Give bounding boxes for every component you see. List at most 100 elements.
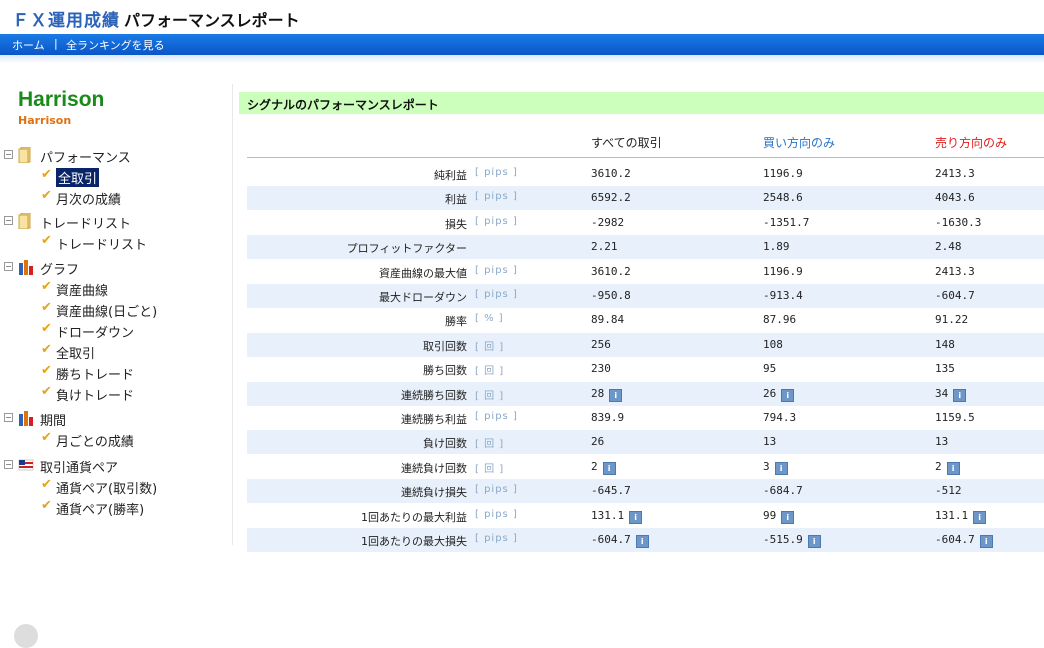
site-title[interactable]: ＦＸ運用成績 — [12, 6, 120, 31]
info-icon[interactable]: i — [946, 461, 960, 475]
sidebar-item-label: 月ごとの成績 — [56, 435, 134, 450]
row-unit: [ pips ] — [475, 215, 518, 227]
sidebar-item-label: 通貨ペア(勝率) — [56, 503, 145, 518]
cell-all: 28 i — [591, 387, 623, 402]
cell-value: 131.1 — [935, 508, 969, 522]
check-icon: ✔ — [41, 188, 52, 203]
row-unit: [ 回 ] — [475, 366, 505, 378]
table-row: 勝率 [ % ] 89.84 87.96 91.22 — [247, 308, 1044, 332]
row-label: 勝ち回数 — [423, 364, 467, 378]
info-icon[interactable]: i — [807, 535, 821, 548]
cell-value: -913.4 — [763, 289, 803, 302]
cell-buy: 99 i — [763, 509, 795, 524]
info-icon[interactable]: i — [973, 510, 987, 524]
cell-value: -950.8 — [591, 289, 631, 302]
flag-icon — [17, 457, 35, 473]
cell-buy: 794.3 — [763, 411, 796, 424]
cell-value: 2 — [935, 459, 942, 473]
cell-sell: 2413.3 — [935, 265, 975, 278]
cell-buy: 95 — [763, 362, 776, 375]
col-header-sell: 売り方向のみ — [935, 136, 1008, 150]
cell-sell: 2413.3 — [935, 167, 975, 180]
collapse-toggle-icon[interactable]: − — [4, 216, 13, 225]
sidebar-item-label: 資産曲線 — [56, 284, 109, 299]
collapse-toggle-icon[interactable]: − — [4, 413, 13, 422]
collapse-toggle-icon[interactable]: − — [4, 262, 13, 271]
info-icon[interactable]: i — [781, 510, 795, 524]
table-row: 勝ち回数 [ 回 ] 230 95 135 — [247, 357, 1044, 381]
main-panel: シグナルのパフォーマンスレポート すべての取引 買い方向のみ 売り方向のみ 純利… — [232, 84, 1044, 552]
table-row: 損失 [ pips ] -2982 -1351.7 -1630.3 — [247, 211, 1044, 235]
cell-value: -1630.3 — [935, 215, 982, 229]
cell-buy: 1196.9 — [763, 167, 803, 180]
row-label: 純利益 — [434, 169, 467, 182]
report-header: シグナルのパフォーマンスレポート — [239, 92, 1044, 114]
cell-value: 256 — [591, 337, 611, 351]
row-label: 勝率 — [445, 315, 467, 329]
table-row: 最大ドローダウン [ pips ] -950.8 -913.4 -604.7 — [247, 284, 1044, 308]
cell-value: 89.84 — [591, 313, 625, 327]
report-title: シグナルのパフォーマンスレポート — [247, 98, 439, 112]
check-icon: ✔ — [41, 430, 52, 445]
cell-value: 34 — [935, 386, 949, 400]
cell-all: -2982 — [591, 216, 624, 229]
check-icon: ✔ — [41, 233, 52, 248]
cell-value: 3610.2 — [591, 167, 631, 180]
cell-buy: -913.4 — [763, 289, 803, 302]
sidebar-item-label: 月次の成績 — [56, 193, 122, 208]
cell-all: -604.7 i — [591, 533, 649, 548]
row-unit: [ pips ] — [475, 191, 518, 203]
info-icon[interactable]: i — [979, 535, 993, 548]
cell-value: 794.3 — [763, 411, 797, 424]
nav-bar: ホーム | 全ランキングを見る — [0, 34, 1044, 55]
cell-value: 135 — [935, 362, 955, 376]
table-row: 連続負け損失 [ pips ] -645.7 -684.7 -512 — [247, 479, 1044, 504]
cell-value: -604.7 — [935, 289, 975, 302]
check-icon: ✔ — [41, 279, 52, 294]
row-label: 資産曲線の最大値 — [379, 266, 467, 280]
collapse-toggle-icon[interactable]: − — [4, 460, 13, 469]
cell-all: 3610.2 — [591, 167, 631, 180]
cell-value: -684.7 — [763, 484, 803, 498]
cell-sell: 13 — [935, 435, 948, 448]
cell-all: 839.9 — [591, 411, 624, 424]
table-row: 負け回数 [ 回 ] 26 13 13 — [247, 430, 1044, 455]
sidebar-group-label: 期間 — [40, 414, 67, 429]
collapse-toggle-icon[interactable]: − — [4, 150, 13, 159]
cell-all: -950.8 — [591, 289, 631, 302]
cell-value: 3610.2 — [591, 264, 631, 278]
header-divider — [247, 157, 1044, 158]
nav-home-link[interactable]: ホーム — [12, 37, 45, 53]
sidebar-item-label: 資産曲線(日ごと) — [56, 305, 158, 320]
info-icon[interactable]: i — [953, 388, 967, 402]
nav-rankings-link[interactable]: 全ランキングを見る — [66, 37, 165, 53]
check-icon: ✔ — [41, 342, 52, 357]
cell-value: 2413.3 — [935, 167, 975, 180]
cell-all: 131.1 i — [591, 509, 643, 524]
info-icon[interactable]: i — [781, 388, 795, 402]
cell-buy: -684.7 — [763, 484, 803, 497]
cell-all: 2.21 — [591, 240, 618, 253]
table-row: 純利益 [ pips ] 3610.2 1196.9 2413.3 — [247, 162, 1044, 186]
cell-buy: 2548.6 — [763, 191, 803, 204]
cell-sell: 131.1 i — [935, 508, 987, 524]
cell-value: -604.7 — [591, 533, 631, 546]
cell-value: 87.96 — [763, 313, 797, 327]
bar-chart-icon — [17, 259, 35, 275]
info-icon[interactable]: i — [635, 535, 649, 548]
row-label: 取引回数 — [423, 339, 467, 353]
row-unit: [ pips ] — [475, 264, 518, 276]
cell-value: 95 — [763, 362, 777, 376]
row-label: 1回あたりの最大利益 — [361, 510, 467, 524]
info-icon[interactable]: i — [609, 388, 623, 402]
table-row: 1回あたりの最大利益 [ pips ] 131.1 i 99 i 131.1 i — [247, 504, 1044, 528]
cell-sell: -604.7 i — [935, 533, 993, 548]
row-label: 連続負け損失 — [401, 486, 467, 500]
info-icon[interactable]: i — [629, 510, 643, 524]
cell-buy: 13 — [763, 435, 776, 448]
info-icon[interactable]: i — [602, 461, 616, 475]
info-icon[interactable]: i — [774, 461, 788, 475]
row-unit: [ pips ] — [475, 411, 518, 422]
cell-value: 1196.9 — [763, 264, 803, 278]
cell-value: 13 — [763, 435, 777, 449]
